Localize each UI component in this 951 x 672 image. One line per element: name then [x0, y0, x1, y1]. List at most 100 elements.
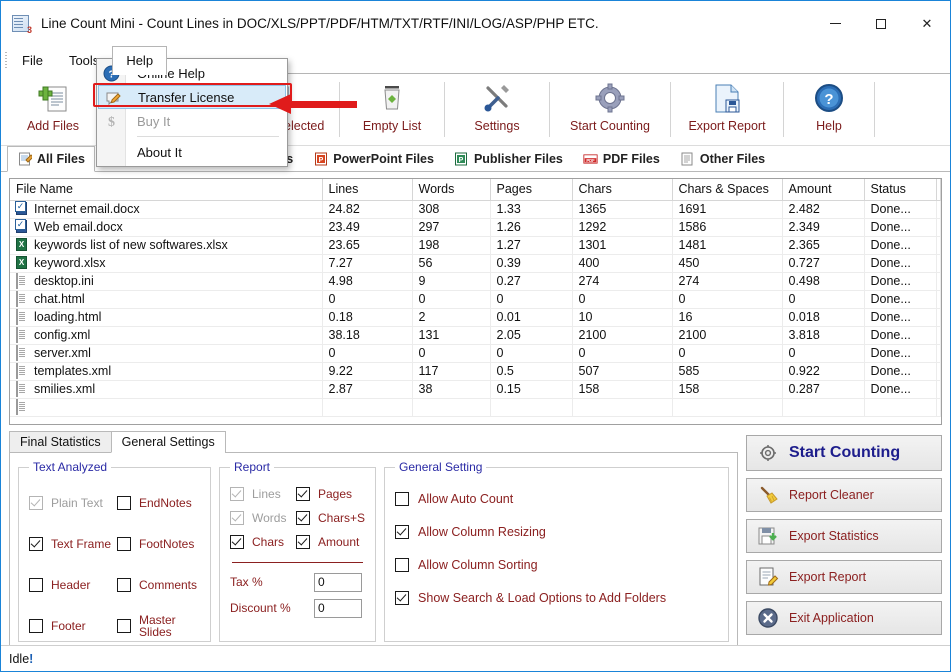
tab-final-statistics[interactable]: Final Statistics [9, 431, 112, 453]
checkbox-box[interactable] [395, 525, 409, 539]
column-header-file-name[interactable]: File Name [10, 179, 322, 200]
checkbox-allow-column-sorting[interactable]: Allow Column Sorting [395, 548, 718, 581]
checkbox-footer[interactable]: Footer [29, 605, 117, 646]
cell-chars-spaces: 450 [672, 254, 782, 272]
checkbox-box[interactable] [230, 511, 244, 525]
checkbox-box[interactable] [230, 487, 244, 501]
menu-item-buy-it[interactable]: $ Buy It [97, 109, 287, 133]
toolbar-start-counting[interactable]: Start Counting [550, 74, 670, 145]
tab-powerpoint-files[interactable]: P PowerPoint Files [303, 146, 444, 171]
menu-file[interactable]: File [9, 46, 56, 74]
checkbox-master-slides[interactable]: Master Slides [117, 605, 197, 646]
column-header-amount[interactable]: Amount [782, 179, 864, 200]
checkbox-box[interactable] [230, 535, 244, 549]
checkbox-report-amount[interactable]: Amount [296, 530, 365, 554]
minimize-button[interactable] [812, 1, 858, 46]
tab-pdf-files[interactable]: PDF PDF Files [573, 146, 670, 171]
cell-lines: 0 [322, 290, 412, 308]
close-button[interactable]: ✕ [904, 1, 950, 46]
table-row[interactable]: desktop.ini 4.98 9 0.27 274 274 0.498 Do… [10, 272, 941, 290]
file-list-grid[interactable]: File Name Lines Words Pages Chars Chars … [9, 178, 942, 425]
checkbox-box[interactable] [395, 591, 409, 605]
menu-item-transfer-license[interactable]: Transfer License [98, 85, 286, 109]
checkbox-report-chars[interactable]: Chars [230, 530, 296, 554]
checkbox-label: Chars+S [318, 511, 365, 525]
add-files-icon [31, 79, 75, 119]
checkbox-allow-column-resizing[interactable]: Allow Column Resizing [395, 515, 718, 548]
export-report-button[interactable]: Export Report [746, 560, 942, 594]
toolbar-add-files[interactable]: Add Files [1, 74, 105, 145]
discount-percent-input[interactable] [314, 599, 362, 618]
checkbox-report-lines[interactable]: Lines [230, 482, 296, 506]
checkbox-comments[interactable]: Comments [117, 564, 197, 605]
dropdown-separator [137, 136, 279, 137]
checkbox-footnotes[interactable]: FootNotes [117, 523, 197, 564]
start-counting-button[interactable]: Start Counting [746, 435, 942, 471]
checkbox-box[interactable] [296, 535, 310, 549]
checkbox-allow-auto-count[interactable]: Allow Auto Count [395, 482, 718, 515]
tab-other-files[interactable]: Other Files [670, 146, 775, 171]
checkbox-box[interactable] [117, 537, 131, 551]
tab-all-files-label: All Files [37, 152, 85, 166]
column-header-chars-spaces[interactable]: Chars & Spaces [672, 179, 782, 200]
group-general-setting: General Setting Allow Auto Count Allow C… [384, 460, 729, 642]
checkbox-box[interactable] [29, 578, 43, 592]
toolbar-empty-list[interactable]: Empty List [340, 74, 444, 145]
menu-help[interactable]: Help [112, 46, 167, 75]
checkbox-report-chars-spaces[interactable]: Chars+S [296, 506, 365, 530]
table-row[interactable]: server.xml 0 0 0 0 0 0 Done... [10, 344, 941, 362]
table-row[interactable]: Xkeywords list of new softwares.xlsx 23.… [10, 236, 941, 254]
table-row[interactable]: W✓Web email.docx 23.49 297 1.26 1292 158… [10, 218, 941, 236]
checkbox-text-frame[interactable]: Text Frame [29, 523, 117, 564]
checkbox-label: Chars [252, 535, 284, 549]
checkbox-box[interactable] [296, 487, 310, 501]
table-row[interactable]: W✓Internet email.docx 24.82 308 1.33 136… [10, 200, 941, 218]
checkbox-report-words[interactable]: Words [230, 506, 296, 530]
column-header-pages[interactable]: Pages [490, 179, 572, 200]
export-statistics-button[interactable]: Export Statistics [746, 519, 942, 553]
column-header-words[interactable]: Words [412, 179, 490, 200]
table-row[interactable]: loading.html 0.18 2 0.01 10 16 0.018 Don… [10, 308, 941, 326]
row-checkbox[interactable]: ✓ [15, 219, 26, 230]
checkbox-plain-text[interactable]: Plain Text [29, 482, 117, 523]
maximize-button[interactable] [858, 1, 904, 46]
checkbox-header[interactable]: Header [29, 564, 117, 605]
checkbox-box[interactable] [117, 496, 131, 510]
checkbox-show-search-load-options[interactable]: Show Search & Load Options to Add Folder… [395, 581, 718, 614]
column-header-status[interactable]: Status [864, 179, 936, 200]
table-row[interactable]: config.xml 38.18 131 2.05 2100 2100 3.81… [10, 326, 941, 344]
checkbox-box[interactable] [117, 578, 131, 592]
table-row[interactable]: chat.html 0 0 0 0 0 0 Done... [10, 290, 941, 308]
checkbox-box[interactable] [29, 537, 43, 551]
tab-publisher-files[interactable]: P Publisher Files [444, 146, 573, 171]
cell-lines: 2.87 [322, 380, 412, 398]
tab-all-files[interactable]: All Files [7, 146, 95, 172]
tax-percent-input[interactable] [314, 573, 362, 592]
column-header-lines[interactable]: Lines [322, 179, 412, 200]
table-row[interactable]: smilies.xml 2.87 38 0.15 158 158 0.287 D… [10, 380, 941, 398]
report-cleaner-button[interactable]: Report Cleaner [746, 478, 942, 512]
table-row[interactable] [10, 398, 941, 416]
menu-tools-label: Tools [69, 53, 99, 68]
tab-general-settings[interactable]: General Settings [111, 431, 226, 453]
toolbar-help[interactable]: ? Help [784, 74, 874, 145]
checkbox-box[interactable] [395, 558, 409, 572]
close-circle-icon [757, 607, 779, 629]
toolbar-settings[interactable]: Settings [445, 74, 549, 145]
checkbox-box[interactable] [117, 619, 131, 633]
checkbox-box[interactable] [29, 496, 43, 510]
checkbox-box[interactable] [29, 619, 43, 633]
menu-item-about-it[interactable]: About It [97, 140, 287, 164]
cell-filler [936, 236, 941, 254]
exit-application-button[interactable]: Exit Application [746, 601, 942, 635]
checkbox-endnotes[interactable]: EndNotes [117, 482, 197, 523]
row-checkbox[interactable]: ✓ [15, 201, 26, 212]
checkbox-box[interactable] [296, 511, 310, 525]
toolbar-export-report[interactable]: Export Report [671, 74, 783, 145]
cell-lines: 7.27 [322, 254, 412, 272]
table-row[interactable]: Xkeyword.xlsx 7.27 56 0.39 400 450 0.727… [10, 254, 941, 272]
checkbox-box[interactable] [395, 492, 409, 506]
table-row[interactable]: templates.xml 9.22 117 0.5 507 585 0.922… [10, 362, 941, 380]
column-header-chars[interactable]: Chars [572, 179, 672, 200]
checkbox-report-pages[interactable]: Pages [296, 482, 365, 506]
